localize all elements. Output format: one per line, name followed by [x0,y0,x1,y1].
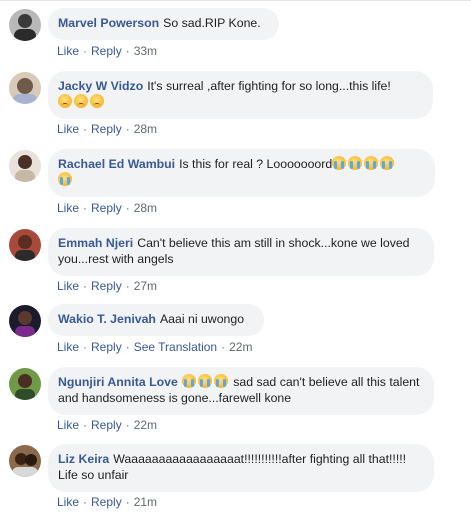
reply-link[interactable]: Reply [91,201,122,215]
crying-face-emoji-icon [364,156,379,170]
crying-face-emoji-icon [213,374,228,388]
like-link[interactable]: Like [57,44,79,58]
like-link[interactable]: Like [57,279,79,293]
comment-bubble: Emmah Njeri Can't believe this am still i… [48,228,434,276]
comment-actions: Like · Reply · 21m [57,495,158,509]
comment-author[interactable]: Ngunjiri Annita Love [58,375,178,389]
comment-author[interactable]: Rachael Ed Wambui [58,157,175,171]
comment-bubble: Jacky W Vidzo It's surreal ,after fightin… [48,71,433,119]
avatar[interactable] [9,305,41,337]
crying-face-emoji-icon [58,172,72,186]
comment-text: So sad.RIP Kone. [163,16,261,30]
avatar[interactable] [9,368,41,400]
like-link[interactable]: Like [57,201,79,215]
comment-text: Aaai ni uwongo [159,312,245,326]
comment-bubble: Marvel Powerson So sad.RIP Kone. [48,8,279,40]
comment-actions: Like · Reply · 28m [57,122,158,136]
comment-bubble: Ngunjiri Annita Love sad sad can't belie… [48,367,434,415]
comment-bubble: Wakio T. Jenivah Aaai ni uwongo [48,304,264,336]
like-link[interactable]: Like [57,495,79,509]
timestamp[interactable]: 22m [134,418,157,432]
crying-face-emoji-icon [332,156,347,170]
reply-link[interactable]: Reply [91,122,122,136]
comment-text: Is this for real ? Looooooord [179,157,333,171]
timestamp[interactable]: 21m [134,495,157,509]
like-link[interactable]: Like [57,418,79,432]
sad-face-emoji-icon [58,94,72,108]
comment-author[interactable]: Marvel Powerson [58,16,159,30]
sad-face-emoji-icon [90,94,104,108]
comment-text: It's surreal ,after fighting for so long… [147,79,391,93]
reply-link[interactable]: Reply [91,495,122,509]
crying-face-emoji-icon [380,156,395,170]
reply-link[interactable]: Reply [91,340,122,354]
comment-actions: Like · Reply · 27m [57,279,158,293]
see-translation-link[interactable]: See Translation [134,340,217,354]
crying-face-emoji-icon [181,374,196,388]
avatar[interactable] [9,150,41,182]
avatar[interactable] [9,9,41,41]
avatar[interactable] [9,229,41,261]
reply-link[interactable]: Reply [91,418,122,432]
comment-author[interactable]: Wakio T. Jenivah [58,312,156,326]
timestamp[interactable]: 27m [134,279,157,293]
comment-actions: Like · Reply · 33m [57,44,158,58]
comment-actions: Like · Reply · See Translation · 22m [57,340,253,354]
avatar[interactable] [9,72,41,104]
timestamp[interactable]: 22m [229,340,252,354]
crying-face-emoji-icon [348,156,363,170]
timestamp[interactable]: 33m [134,44,157,58]
timestamp[interactable]: 28m [134,122,157,136]
comment-author[interactable]: Liz Keira [58,452,109,466]
sad-face-emoji-icon [74,94,88,108]
avatar[interactable] [9,445,41,477]
top-divider [0,0,471,1]
like-link[interactable]: Like [57,340,79,354]
timestamp[interactable]: 28m [134,201,157,215]
reply-link[interactable]: Reply [91,279,122,293]
reply-link[interactable]: Reply [91,44,122,58]
crying-face-emoji-icon [197,374,212,388]
comment-bubble: Liz Keira Waaaaaaaaaaaaaaaaat!!!!!!!!!!!a… [48,444,434,492]
comment-actions: Like · Reply · 28m [57,201,158,215]
comment-actions: Like · Reply · 22m [57,418,158,432]
comment-author[interactable]: Emmah Njeri [58,236,133,250]
comment-text: Waaaaaaaaaaaaaaaaat!!!!!!!!!!!after figh… [58,452,407,482]
comment-bubble: Rachael Ed Wambui Is this for real ? Looo… [48,149,435,197]
like-link[interactable]: Like [57,122,79,136]
comment-author[interactable]: Jacky W Vidzo [58,79,143,93]
